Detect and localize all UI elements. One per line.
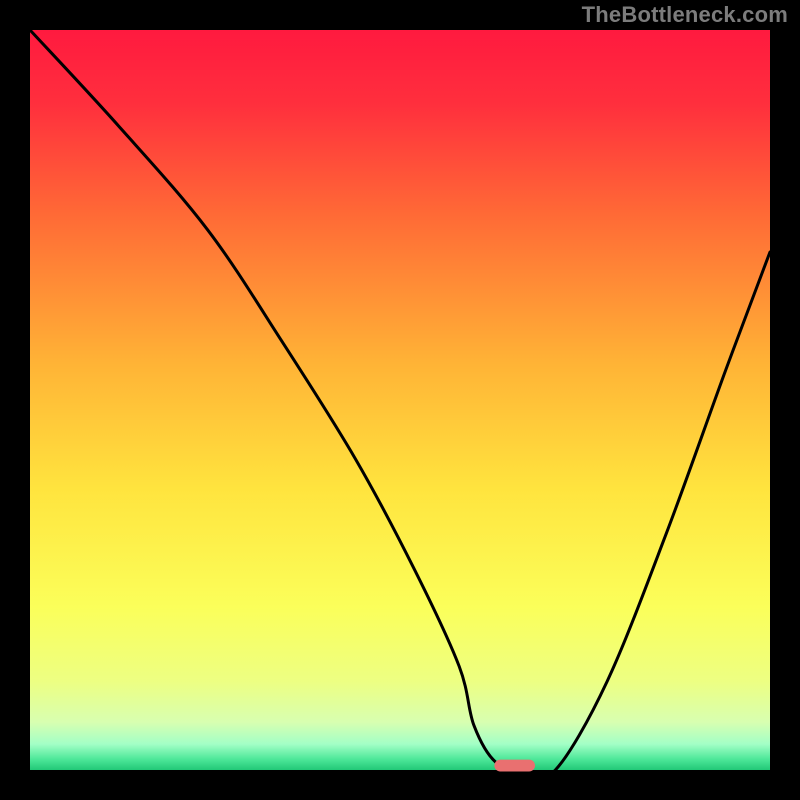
- optimal-marker: [494, 760, 535, 772]
- plot-background: [30, 30, 770, 770]
- chart-svg: [0, 0, 800, 800]
- chart-stage: TheBottleneck.com: [0, 0, 800, 800]
- watermark-text: TheBottleneck.com: [582, 2, 788, 28]
